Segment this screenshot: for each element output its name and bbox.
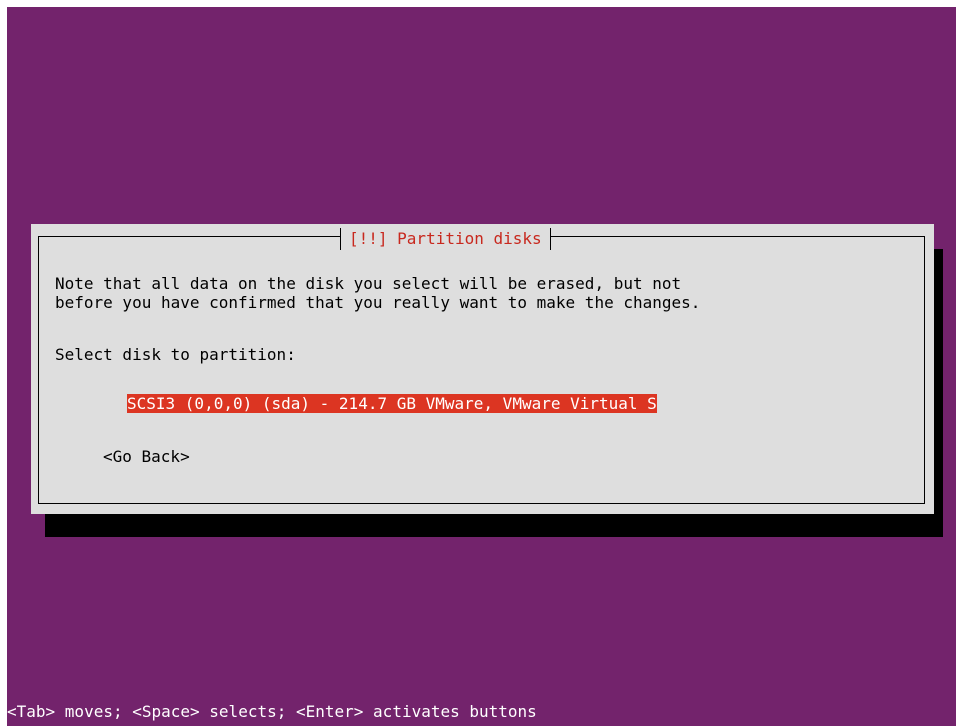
installer-screen: [!!] Partition disks Note that all data …: [7, 7, 956, 726]
keyboard-help-line: <Tab> moves; <Space> selects; <Enter> ac…: [7, 702, 537, 721]
dialog-title: [!!] Partition disks: [340, 228, 551, 250]
dialog-message: Note that all data on the disk you selec…: [55, 274, 701, 312]
disk-option-sda[interactable]: SCSI3 (0,0,0) (sda) - 214.7 GB VMware, V…: [127, 394, 657, 413]
go-back-button[interactable]: <Go Back>: [103, 447, 190, 466]
select-disk-label: Select disk to partition:: [55, 345, 296, 364]
partition-disks-dialog: [!!] Partition disks Note that all data …: [31, 224, 934, 514]
